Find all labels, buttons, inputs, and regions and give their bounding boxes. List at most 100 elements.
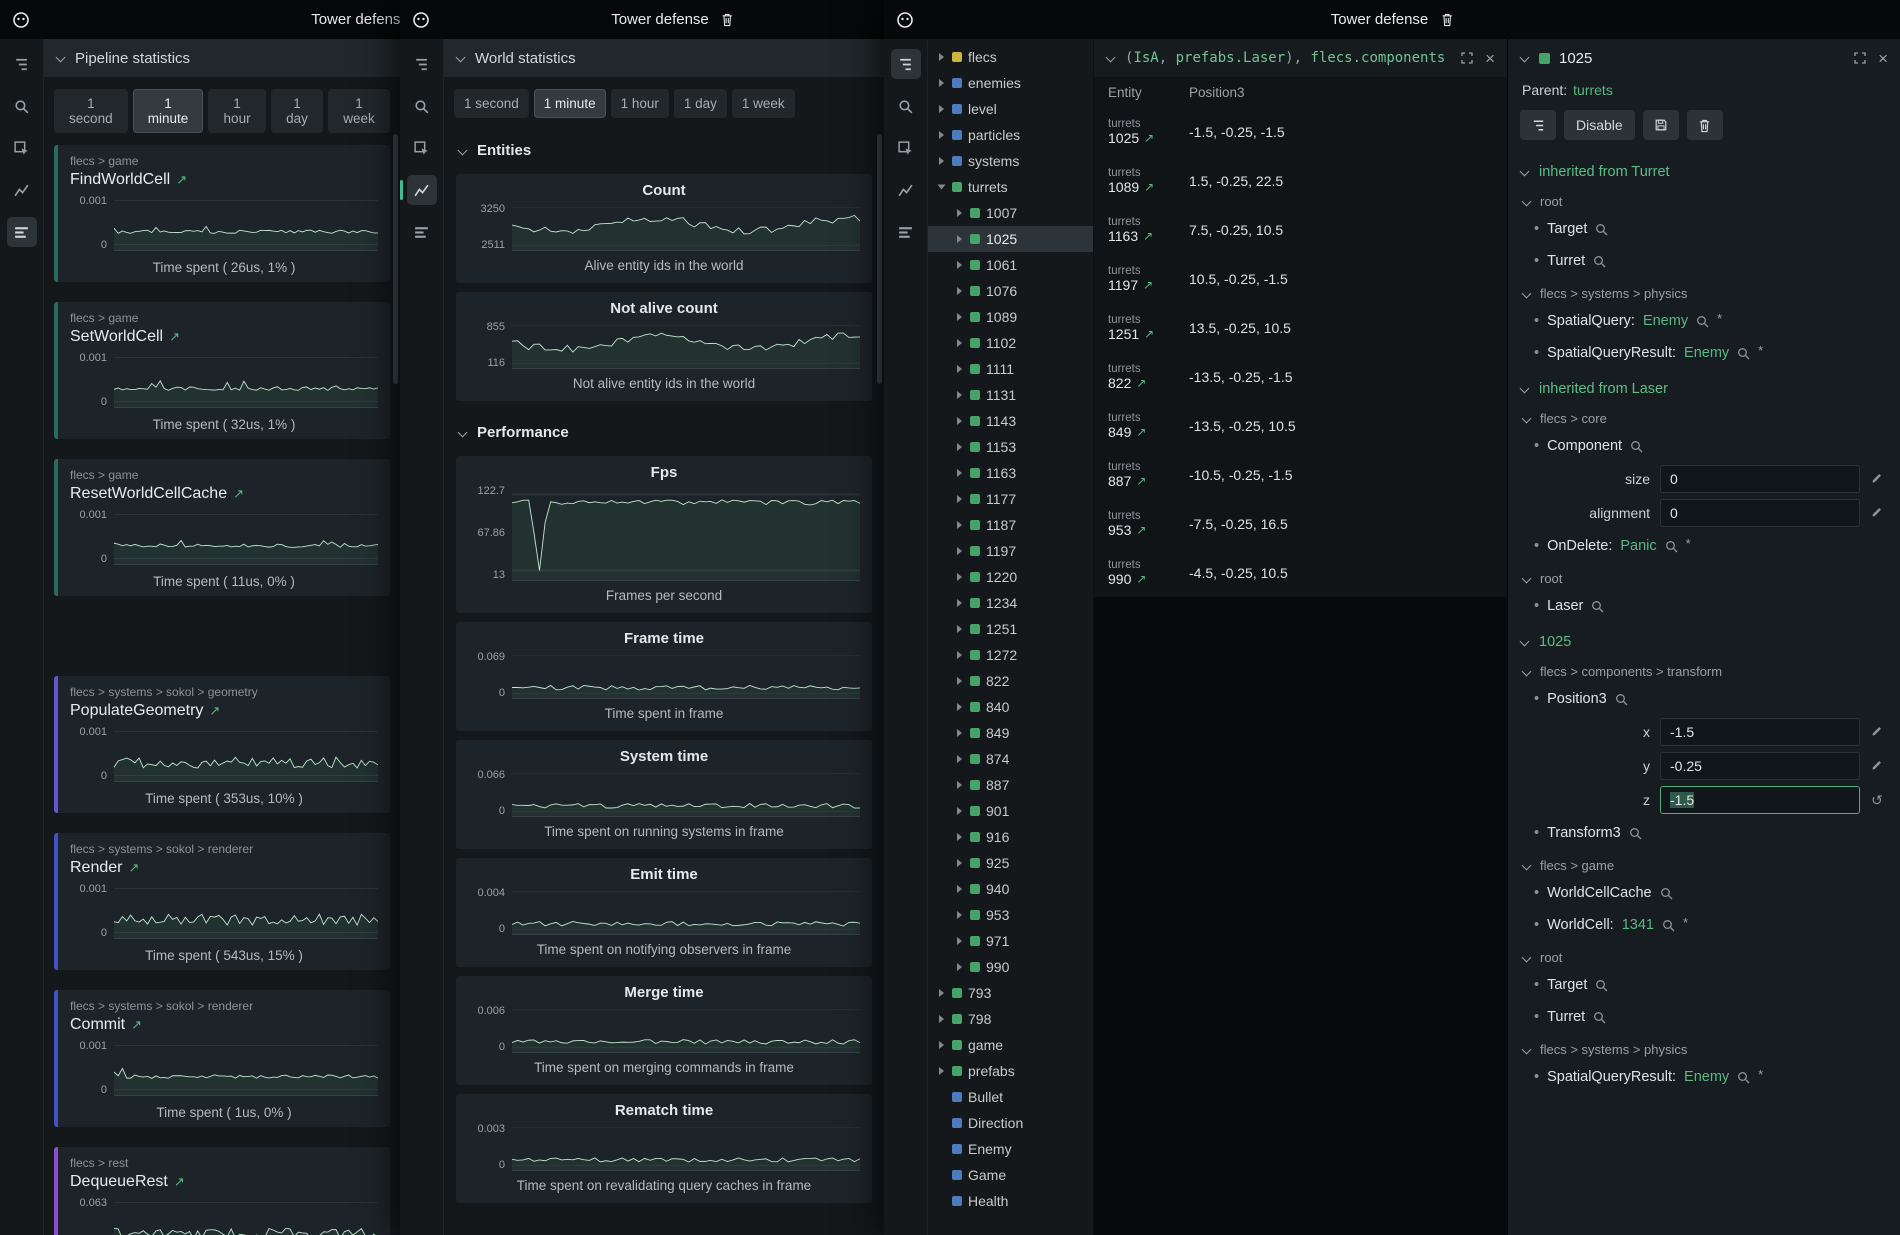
field-input[interactable]: -1.5: [1660, 718, 1860, 746]
scrollbar[interactable]: [393, 134, 398, 1225]
tree-item[interactable]: Enemy: [928, 1136, 1093, 1162]
component-row[interactable]: • SpatialQuery: Enemy *: [1508, 305, 1900, 337]
search-icon[interactable]: [1665, 540, 1678, 553]
tree-item[interactable]: 1163: [928, 460, 1093, 486]
caret-icon[interactable]: [954, 807, 964, 815]
tree-item[interactable]: 925: [928, 850, 1093, 876]
time-range-button[interactable]: 1 second: [54, 89, 128, 133]
trash-icon[interactable]: [721, 12, 734, 27]
caret-icon[interactable]: [954, 833, 964, 841]
search-icon[interactable]: [1696, 315, 1709, 328]
caret-icon[interactable]: [954, 937, 964, 945]
tree-item[interactable]: 1061: [928, 252, 1093, 278]
tree-item[interactable]: 840: [928, 694, 1093, 720]
open-link-icon[interactable]: ↗: [1136, 425, 1146, 439]
disable-button[interactable]: Disable: [1564, 110, 1635, 140]
inspector-path-header[interactable]: flecs > components > transform: [1508, 655, 1900, 683]
rail-icon-button[interactable]: [7, 133, 37, 163]
entity-link-icon[interactable]: *: [1683, 915, 1688, 930]
caret-icon[interactable]: [936, 131, 946, 139]
component-row[interactable]: • Turret *: [1508, 1001, 1900, 1033]
tree-item[interactable]: 1076: [928, 278, 1093, 304]
open-link-icon[interactable]: ↗: [209, 703, 220, 719]
open-link-icon[interactable]: ↗: [1144, 327, 1154, 341]
search-icon[interactable]: [1595, 223, 1608, 236]
tree-item[interactable]: 849: [928, 720, 1093, 746]
expand-icon[interactable]: [1461, 52, 1473, 64]
search-icon[interactable]: [1737, 1071, 1750, 1084]
caret-icon[interactable]: [936, 1119, 946, 1127]
inspector-path-header[interactable]: flecs > game: [1508, 849, 1900, 877]
time-range-button[interactable]: 1 week: [328, 89, 390, 133]
chevron-down-icon[interactable]: [1106, 53, 1116, 63]
section-header[interactable]: Performance: [444, 410, 884, 447]
tree-item[interactable]: enemies: [928, 70, 1093, 96]
search-icon[interactable]: [1593, 1011, 1606, 1024]
caret-icon[interactable]: [954, 547, 964, 555]
open-link-icon[interactable]: ↗: [128, 860, 139, 876]
field-edit-icon[interactable]: ↺: [1864, 471, 1890, 487]
tree-item[interactable]: 1251: [928, 616, 1093, 642]
caret-icon[interactable]: [954, 651, 964, 659]
caret-icon[interactable]: [954, 235, 964, 243]
inspector-path-header[interactable]: root: [1508, 941, 1900, 969]
caret-icon[interactable]: [936, 105, 946, 113]
inspector-section-header[interactable]: inherited from Laser: [1508, 369, 1900, 402]
query-result-row[interactable]: turrets 990 ↗ -4.5, -0.25, 10.5: [1094, 548, 1507, 597]
tree-item[interactable]: game: [928, 1032, 1093, 1058]
caret-icon[interactable]: [936, 1015, 946, 1023]
caret-icon[interactable]: [954, 599, 964, 607]
expand-icon[interactable]: [1854, 52, 1866, 64]
tree-item[interactable]: Direction: [928, 1110, 1093, 1136]
caret-icon[interactable]: [936, 989, 946, 997]
field-input[interactable]: 0: [1660, 499, 1860, 527]
caret-icon[interactable]: [954, 703, 964, 711]
time-range-button[interactable]: 1 second: [454, 89, 529, 118]
time-range-button[interactable]: 1 hour: [611, 89, 669, 118]
tree-item[interactable]: 940: [928, 876, 1093, 902]
time-range-button[interactable]: 1 day: [271, 89, 323, 133]
open-link-icon[interactable]: ↗: [1143, 278, 1153, 292]
caret-icon[interactable]: [936, 157, 946, 165]
query-result-row[interactable]: turrets 849 ↗ -13.5, -0.25, 10.5: [1094, 401, 1507, 450]
panel-header[interactable]: World statistics: [444, 39, 884, 77]
panel-header[interactable]: Pipeline statistics: [44, 39, 400, 77]
rail-icon-button[interactable]: [407, 91, 437, 121]
tree-item[interactable]: 1153: [928, 434, 1093, 460]
caret-icon[interactable]: [954, 729, 964, 737]
entity-id[interactable]: 990: [1108, 571, 1131, 587]
time-range-button[interactable]: 1 minute: [133, 89, 204, 133]
entity-id[interactable]: 1089: [1108, 179, 1139, 195]
rail-icon-button[interactable]: [407, 49, 437, 79]
tree-item[interactable]: 1143: [928, 408, 1093, 434]
entity-id[interactable]: 1197: [1108, 277, 1138, 293]
entity-id[interactable]: 1251: [1108, 326, 1139, 342]
caret-icon[interactable]: [936, 1067, 946, 1075]
inspector-section-header[interactable]: inherited from Turret: [1508, 152, 1900, 185]
tree-item[interactable]: particles: [928, 122, 1093, 148]
caret-icon[interactable]: [936, 1171, 946, 1179]
component-row[interactable]: • OnDelete: Panic *: [1508, 530, 1900, 562]
inspector-path-header[interactable]: flecs > systems > physics: [1508, 277, 1900, 305]
time-range-button[interactable]: 1 week: [732, 89, 795, 118]
open-link-icon[interactable]: ↗: [169, 329, 180, 345]
query-result-row[interactable]: turrets 822 ↗ -13.5, -0.25, -1.5: [1094, 352, 1507, 401]
inspector-section-header[interactable]: 1025: [1508, 622, 1900, 655]
caret-icon[interactable]: [954, 495, 964, 503]
entity-ref-link[interactable]: Enemy: [1684, 1069, 1729, 1085]
search-icon[interactable]: [1630, 440, 1643, 453]
caret-icon[interactable]: [954, 755, 964, 763]
inspector-path-header[interactable]: root: [1508, 562, 1900, 590]
rail-icon-button[interactable]: [7, 217, 37, 247]
open-link-icon[interactable]: ↗: [174, 1174, 185, 1190]
rail-icon-button[interactable]: [891, 133, 921, 163]
tree-item[interactable]: 971: [928, 928, 1093, 954]
tree-item[interactable]: 953: [928, 902, 1093, 928]
parent-link[interactable]: turrets: [1573, 82, 1613, 98]
tree-item[interactable]: 990: [928, 954, 1093, 980]
field-input[interactable]: -1.5: [1660, 786, 1860, 814]
trash-icon[interactable]: [1440, 12, 1453, 27]
tree-item[interactable]: 901: [928, 798, 1093, 824]
scrollbar-thumb[interactable]: [393, 134, 398, 384]
entity-ref-link[interactable]: Enemy: [1643, 313, 1688, 329]
